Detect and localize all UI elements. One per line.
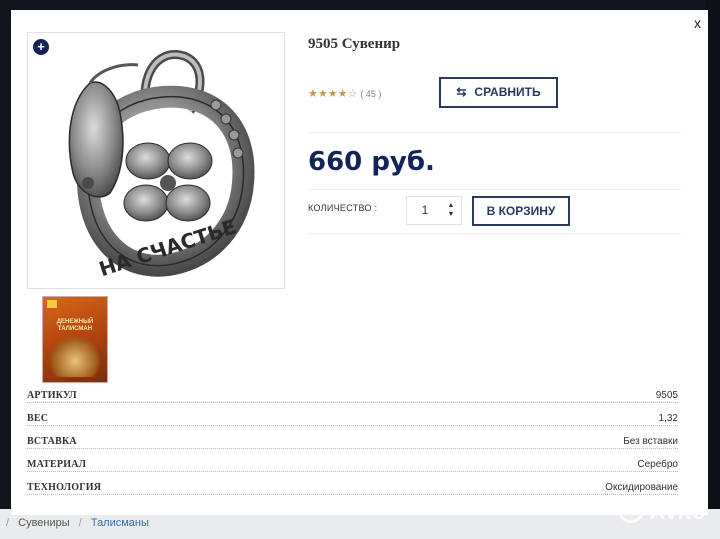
thumbnail-title: ДЕНЕЖНЫЙ ТАЛИСМАН	[56, 319, 94, 332]
add-to-cart-button[interactable]: В КОРЗИНУ	[472, 196, 570, 226]
compare-button[interactable]: ⇆ СРАВНИТЬ	[439, 77, 558, 108]
spec-value: 9505	[653, 390, 678, 401]
thumbnail-coins-image	[47, 337, 103, 377]
rating: ★★★★☆( 45 )	[308, 87, 381, 100]
breadcrumb: / Сувениры / Талисманы	[0, 517, 149, 529]
spec-row: ВЕС 1,32	[27, 409, 678, 432]
divider	[308, 189, 681, 190]
spec-row: МАТЕРИАЛ Серебро	[27, 455, 678, 478]
horseshoe-pendant-image: НА СЧАСТЬЕ	[68, 50, 255, 281]
spec-key: ВЕС	[27, 413, 51, 424]
spec-row: ВСТАВКА Без вставки	[27, 432, 678, 455]
product-main-image[interactable]: + НА СЧАСТЬЕ	[27, 32, 285, 289]
product-title: 9505 Сувенир	[308, 36, 401, 52]
product-price: 660 руб.	[308, 147, 435, 177]
product-quickview-modal: x + НА СЧАСТЬЕ ДЕНЕЖНЫЙ ТАЛИСМАН 9505 Су…	[11, 10, 708, 515]
backdrop-edge	[706, 0, 720, 539]
quantity-input[interactable]: 1	[407, 197, 443, 224]
divider	[308, 132, 681, 133]
spec-key: МАТЕРИАЛ	[27, 459, 89, 470]
spec-leader	[27, 471, 678, 472]
thumbnail-logo-icon	[47, 300, 57, 308]
close-button[interactable]: x	[694, 15, 701, 31]
spec-leader	[27, 448, 678, 449]
breadcrumb-separator: /	[78, 517, 82, 529]
spec-key: АРТИКУЛ	[27, 390, 79, 401]
product-thumbnail[interactable]: ДЕНЕЖНЫЙ ТАЛИСМАН	[42, 296, 108, 383]
stepper-arrows-icon[interactable]: ▲ ▼	[447, 201, 455, 219]
spec-leader	[27, 494, 678, 495]
spec-key: ВСТАВКА	[27, 436, 79, 447]
spec-leader	[27, 425, 678, 426]
breadcrumb-item-talismans[interactable]: Талисманы	[91, 517, 149, 529]
rating-stars-icon: ★★★★☆	[308, 88, 358, 100]
quantity-stepper[interactable]: 1 ▲ ▼	[406, 196, 462, 225]
spec-leader	[27, 402, 678, 403]
compare-button-label: СРАВНИТЬ	[474, 85, 541, 99]
divider	[308, 233, 681, 234]
spec-value: Серебро	[635, 459, 678, 470]
quantity-label: КОЛИЧЕСТВО :	[308, 203, 378, 213]
zoom-plus-icon[interactable]: +	[33, 39, 49, 55]
spec-row: АРТИКУЛ 9505	[27, 386, 678, 409]
spec-key: ТЕХНОЛОГИЯ	[27, 482, 104, 493]
breadcrumb-separator: /	[6, 517, 10, 529]
rating-count: ( 45 )	[360, 89, 382, 99]
compare-arrows-icon: ⇆	[456, 85, 467, 99]
spec-row: ТЕХНОЛОГИЯ Оксидирование	[27, 478, 678, 501]
specs-table: АРТИКУЛ 9505 ВЕС 1,32 ВСТАВКА Без вставк…	[27, 386, 678, 501]
breadcrumb-item-souvenirs[interactable]: Сувениры	[18, 517, 70, 529]
spec-value: Оксидирование	[603, 482, 678, 493]
spec-value: 1,32	[656, 413, 678, 424]
spec-value: Без вставки	[621, 436, 678, 447]
